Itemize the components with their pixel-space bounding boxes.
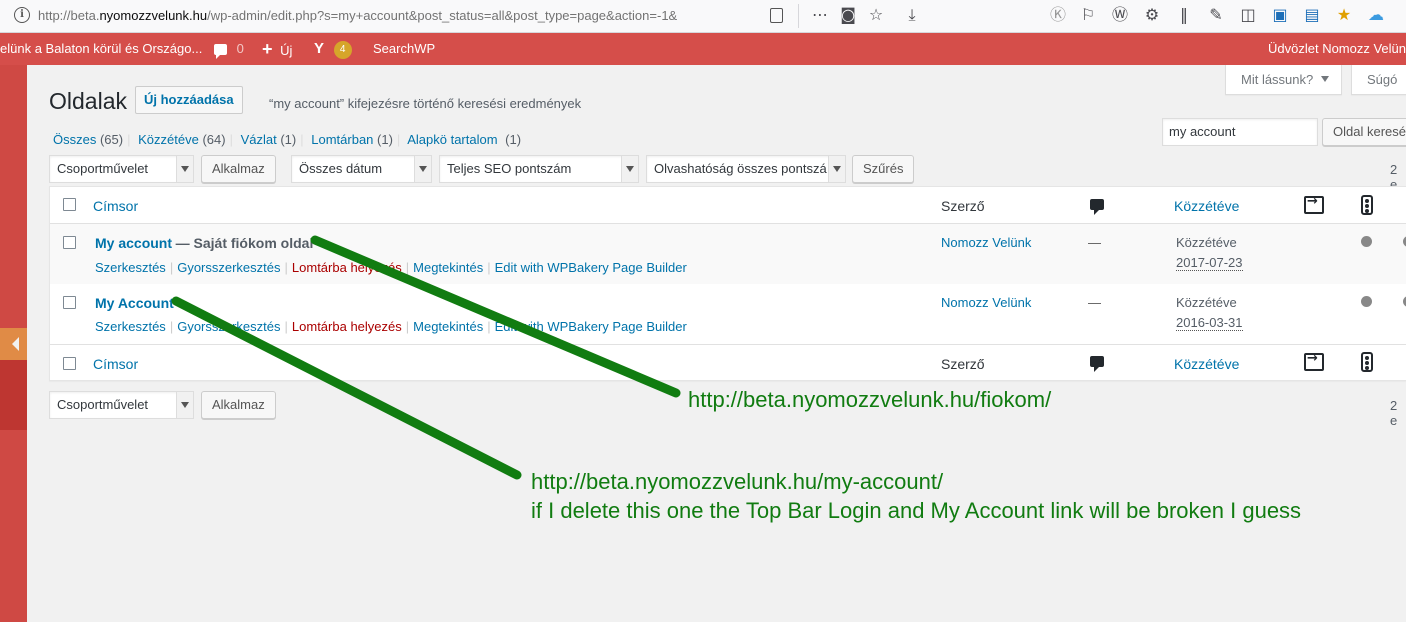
annotation-url-fiokom: http://beta.nyomozzvelunk.hu/fiokom/: [688, 387, 1052, 412]
annotation-note: if I delete this one the Top Bar Login a…: [531, 498, 1302, 523]
annotation-url-my-account: http://beta.nyomozzvelunk.hu/my-account/: [531, 469, 944, 494]
annotation-strokes: [171, 235, 681, 480]
annotation-stroke: [171, 296, 522, 480]
annotation-stroke: [310, 235, 681, 398]
